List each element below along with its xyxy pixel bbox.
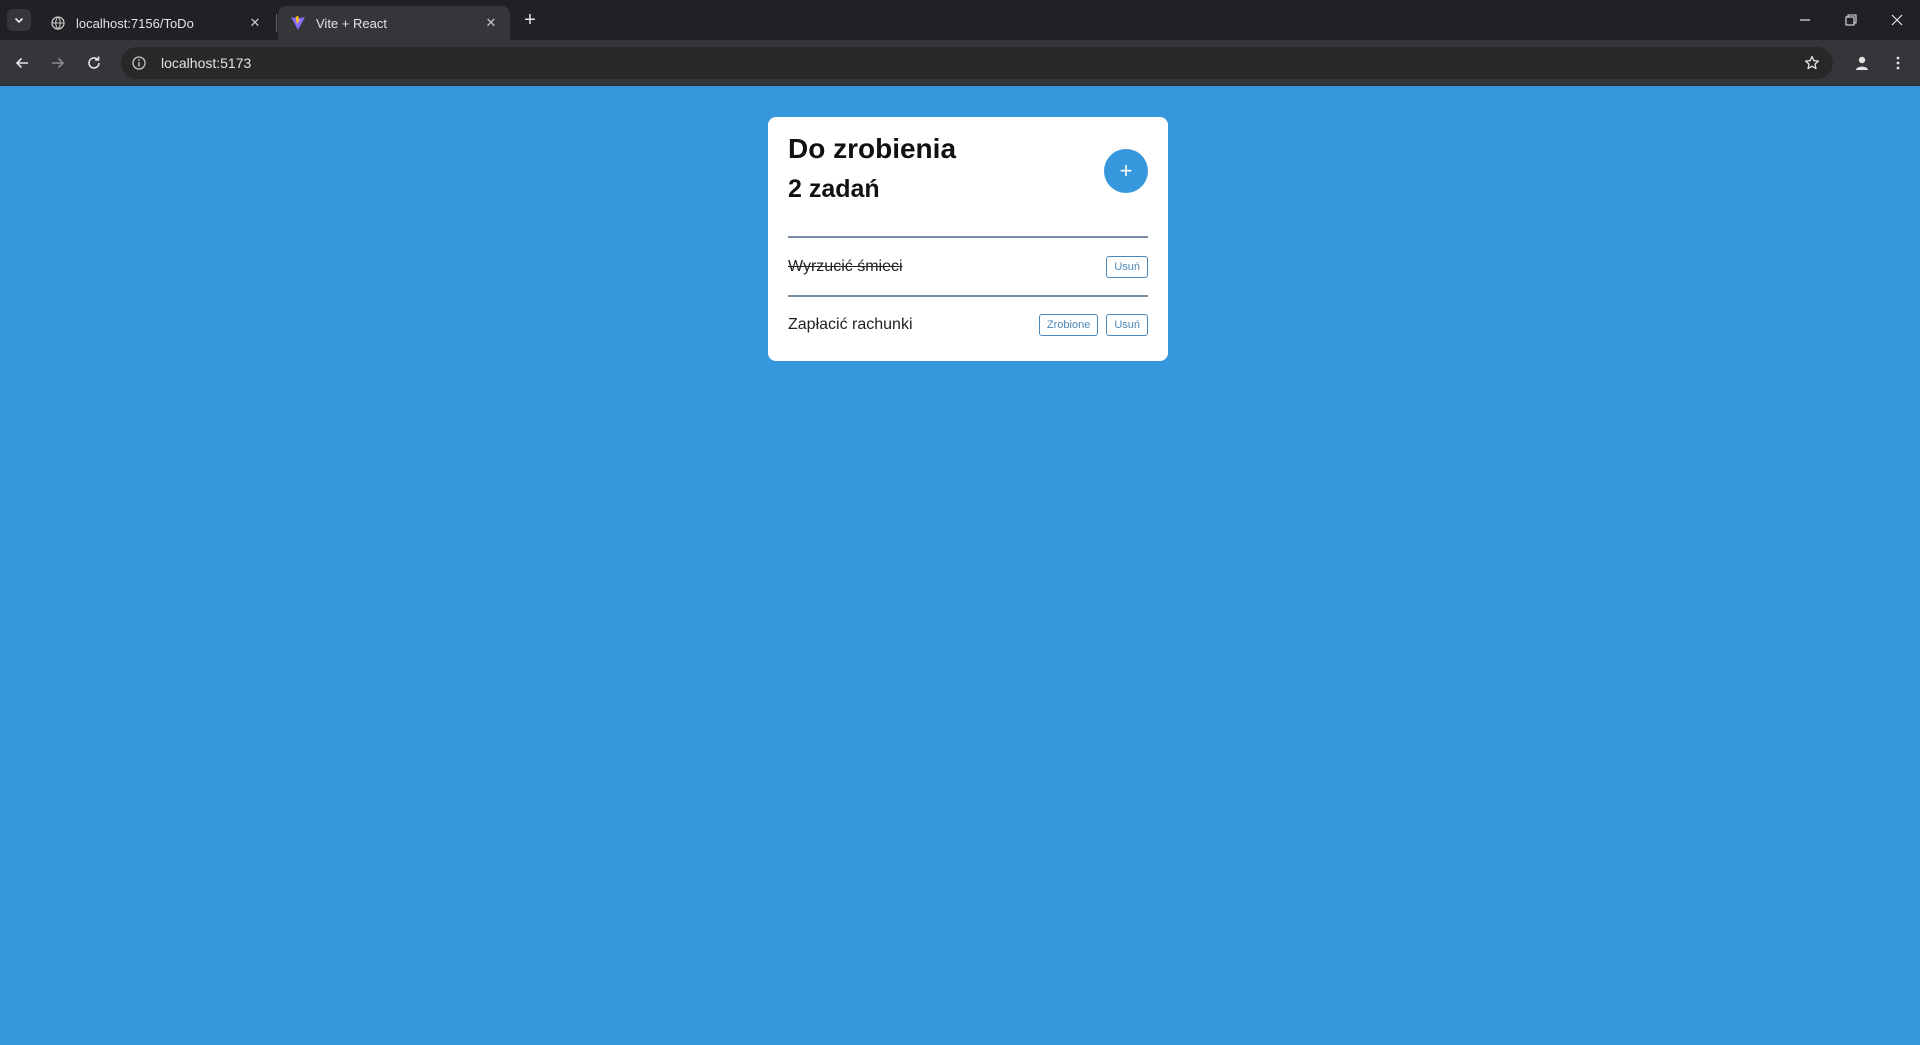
add-task-button[interactable]: + [1104, 149, 1148, 193]
page-title: Do zrobienia [788, 133, 957, 164]
tab-separator [276, 14, 277, 32]
person-icon [1856, 56, 1868, 70]
tab-localhost-todo[interactable]: localhost:7156/ToDo ✕ [38, 6, 274, 40]
back-button[interactable] [8, 49, 36, 77]
task-item: Zapłacić rachunki Zrobione Usuń [788, 295, 1148, 352]
bookmark-star-icon[interactable] [1803, 54, 1821, 72]
tab-search-button[interactable] [7, 9, 31, 31]
tab-title: localhost:7156/ToDo [76, 15, 194, 31]
browser-toolbar: localhost:5173 [0, 40, 1920, 86]
site-info-icon[interactable] [131, 55, 147, 71]
restore-button[interactable] [1828, 4, 1874, 36]
profile-button[interactable] [1848, 49, 1876, 77]
close-icon [1891, 14, 1903, 26]
forward-button[interactable] [44, 49, 72, 77]
minimize-icon [1800, 19, 1810, 21]
reload-icon [88, 56, 100, 69]
browser-menu-button[interactable] [1884, 49, 1912, 77]
plus-icon: + [524, 8, 536, 31]
tab-strip: localhost:7156/ToDo ✕ Vite + React ✕ + [0, 0, 1920, 40]
arrow-right-icon [52, 57, 65, 69]
chevron-down-icon [14, 17, 24, 24]
reload-button[interactable] [80, 49, 108, 77]
vite-logo-icon [290, 15, 306, 31]
new-tab-button[interactable]: + [518, 8, 542, 32]
todo-header: Do zrobienia 2 zadań + [788, 117, 1148, 238]
todo-card: Do zrobienia 2 zadań + Wyrzucić śmieci U… [768, 117, 1168, 361]
remove-task-button[interactable]: Usuń [1106, 313, 1148, 336]
minimize-button[interactable] [1782, 4, 1828, 36]
address-bar[interactable]: localhost:5173 [121, 47, 1833, 79]
task-text: Zapłacić rachunki [788, 315, 913, 333]
more-vertical-icon [1896, 56, 1900, 70]
tab-vite-react[interactable]: Vite + React ✕ [278, 6, 510, 40]
restore-icon [1845, 14, 1857, 26]
task-count: 2 zadań [788, 175, 880, 203]
close-icon[interactable]: ✕ [482, 14, 500, 32]
task-item: Wyrzucić śmieci Usuń [788, 238, 1148, 295]
remove-task-button[interactable]: Usuń [1106, 255, 1148, 278]
tab-title: Vite + React [316, 15, 387, 31]
close-icon[interactable]: ✕ [246, 14, 264, 32]
arrow-left-icon [15, 57, 28, 69]
globe-icon [50, 15, 66, 31]
window-close-button[interactable] [1874, 4, 1920, 36]
mark-done-button[interactable]: Zrobione [1038, 313, 1099, 336]
task-text: Wyrzucić śmieci [788, 257, 903, 275]
url-text[interactable]: localhost:5173 [161, 55, 251, 71]
